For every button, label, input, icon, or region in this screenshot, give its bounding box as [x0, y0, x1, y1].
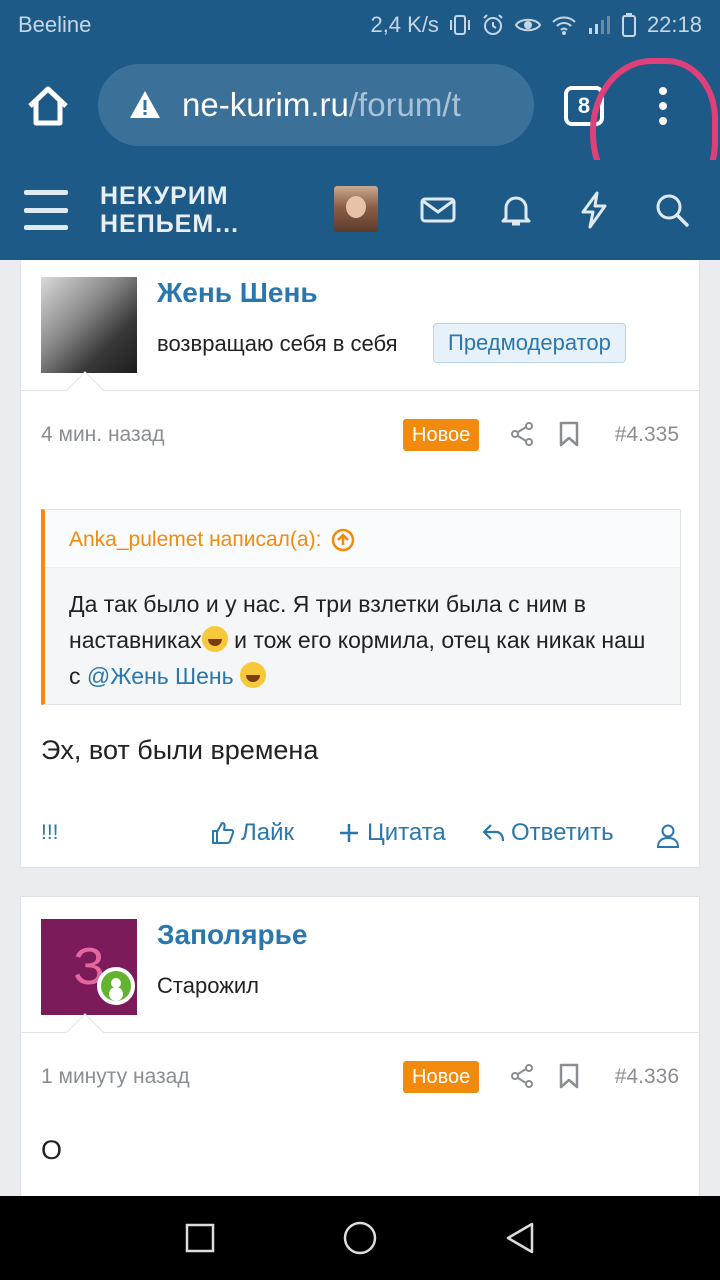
post-time[interactable]: 4 мин. назад: [41, 423, 165, 447]
report-button[interactable]: !!!: [41, 821, 59, 845]
recents-icon[interactable]: [182, 1220, 218, 1256]
post-meta: 1 минуту назад Новое #4.336: [21, 1051, 699, 1101]
lightning-icon[interactable]: [574, 190, 614, 230]
post-number[interactable]: #4.335: [615, 423, 679, 447]
home-icon: [28, 86, 68, 126]
new-badge: Новое: [403, 1061, 480, 1093]
user-mention[interactable]: @Жень Шень: [87, 663, 234, 689]
bookmark-icon[interactable]: [557, 1063, 581, 1089]
home-button[interactable]: [22, 80, 74, 132]
site-logo[interactable]: НЕКУРИМ НЕПЬЕМ…: [100, 182, 240, 238]
post-message: О: [41, 1135, 63, 1165]
user-icon[interactable]: [655, 823, 681, 849]
post: З Заполярье Старожил 1 минуту назад Ново…: [20, 896, 700, 1196]
arrow-up-circle-icon: [332, 528, 355, 552]
clock: 22:18: [646, 12, 702, 37]
like-button[interactable]: Лайк: [211, 819, 294, 847]
moderator-badge: Предмодератор: [433, 323, 626, 363]
logo-line-1: НЕКУРИМ: [100, 182, 229, 210]
status-icons: 2,4 K/s 22:18: [370, 12, 702, 38]
warning-icon: [130, 91, 160, 118]
rofl-emoji-icon: [240, 662, 267, 688]
menu-dot: [659, 102, 667, 110]
alarm-icon: [483, 14, 503, 35]
battery-icon: [621, 13, 636, 37]
new-badge: Новое: [403, 419, 480, 451]
more-menu-button[interactable]: [640, 74, 686, 138]
eye-icon: [514, 18, 541, 32]
post-number[interactable]: #4.336: [615, 1065, 679, 1089]
status-bar: Beeline 2,4 K/s 22:18: [0, 0, 720, 50]
author-title: возвращаю себя в себя: [157, 331, 398, 356]
author-avatar[interactable]: [41, 277, 137, 373]
tabs-button[interactable]: 8: [564, 86, 604, 126]
author-name[interactable]: Жень Шень: [157, 277, 318, 309]
author-pointer: [65, 371, 105, 411]
hamburger-line: [24, 207, 68, 213]
quote-text: Да так было и у нас. Я три взлетки была …: [45, 568, 680, 694]
back-icon[interactable]: [502, 1220, 538, 1256]
wifi-icon: [552, 16, 576, 35]
post: Жень Шень возвращаю себя в себя Предмоде…: [20, 260, 700, 868]
post-time[interactable]: 1 минуту назад: [41, 1065, 190, 1089]
author-pointer: [65, 1013, 105, 1053]
like-label: Лайк: [241, 819, 295, 846]
site-header: НЕКУРИМ НЕПЬЕМ…: [0, 160, 720, 260]
menu-dot: [659, 87, 667, 95]
quote-block: Anka_pulemet написал(а): Да так было и у…: [41, 509, 681, 705]
quote-button[interactable]: Цитата: [337, 819, 446, 847]
quote-header[interactable]: Anka_pulemet написал(а):: [45, 510, 680, 568]
search-icon[interactable]: [652, 190, 692, 230]
vibrate-icon: [449, 15, 470, 35]
logo-line-2: НЕПЬЕМ…: [100, 210, 241, 238]
home-circle-icon[interactable]: [342, 1220, 378, 1256]
hamburger-line: [24, 190, 68, 195]
reply-icon: [482, 824, 505, 842]
reply-label: Ответить: [511, 819, 614, 846]
share-icon[interactable]: [509, 421, 535, 447]
online-status-icon: [97, 967, 135, 1005]
hamburger-line: [24, 225, 68, 230]
menu-dot: [659, 117, 667, 125]
url-path: /forum/t: [348, 86, 461, 123]
hamburger-menu-button[interactable]: [24, 190, 68, 230]
url-text: ne-kurim.ru/forum/t: [182, 86, 461, 124]
url-bar[interactable]: ne-kurim.ru/forum/t: [98, 64, 534, 146]
plus-icon: [340, 824, 358, 842]
signal-icon: [588, 16, 610, 34]
bell-icon[interactable]: [496, 190, 536, 230]
post-author-block: З Заполярье Старожил: [21, 897, 699, 1053]
post-author-block: Жень Шень возвращаю себя в себя Предмоде…: [21, 260, 699, 411]
bookmark-icon[interactable]: [557, 421, 581, 447]
mail-icon[interactable]: [418, 190, 458, 230]
quote-label: Цитата: [367, 819, 446, 846]
network-speed: 2,4 K/s: [370, 12, 439, 37]
thread-content: Жень Шень возвращаю себя в себя Предмоде…: [0, 260, 720, 1196]
post-actions: !!! Лайк Цитата Ответить: [21, 811, 699, 861]
share-icon[interactable]: [509, 1063, 535, 1089]
user-avatar[interactable]: [334, 186, 378, 232]
reply-button[interactable]: Ответить: [481, 819, 614, 847]
carrier-label: Beeline: [18, 12, 92, 37]
quote-source: Anka_pulemet написал(а):: [69, 528, 322, 551]
post-message: Эх, вот были времена: [41, 735, 319, 765]
post-meta: 4 мин. назад Новое #4.335: [21, 409, 699, 459]
author-name[interactable]: Заполярье: [157, 919, 307, 951]
system-nav-bar: [0, 1196, 720, 1280]
thumbs-up-icon: [212, 822, 235, 844]
author-title: Старожил: [157, 973, 260, 998]
laughing-emoji-icon: [201, 626, 228, 652]
browser-toolbar: ne-kurim.ru/forum/t 8: [0, 50, 720, 210]
url-domain: ne-kurim.ru: [182, 86, 349, 123]
